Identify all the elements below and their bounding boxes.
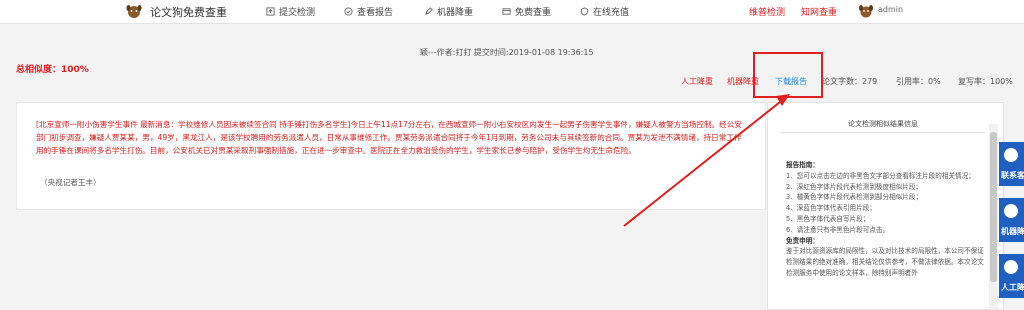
float-manual-label: 人工降 [1001,283,1024,292]
disclaimer-title: 免责申明： [786,236,819,245]
nav-recharge-label: 在线充值 [593,8,630,18]
cnki-link[interactable]: 知网查重 [801,5,837,18]
report-guide: 报告指南： 1、您可以点击左边的非黑色文字部分查看标注片段的相关情况； 2、深红… [786,160,986,279]
person-icon [1004,260,1018,274]
word-count: 论文字数：279 [822,77,878,86]
report-icon [344,7,353,16]
nav-report-label: 查看报告 [357,8,394,18]
manual-rewrite-button[interactable]: 人工降重 [681,76,713,87]
total-similarity: 总相似度：100% [16,65,89,75]
robot-icon [1004,204,1018,218]
upload-icon [266,7,275,16]
source-note: （央视记者王丰） [40,178,101,187]
copy-rate: 复写率：100% [958,77,1013,86]
float-contact-button[interactable]: 联系客 [999,142,1024,186]
nav-free[interactable]: 免费查重 [502,5,551,18]
nav-submit-label: 提交检测 [279,8,316,18]
scrollbar-thumb[interactable] [990,132,997,282]
download-highlight-box [753,52,823,98]
doc-meta: 颖---作者:打打 提交时间:2019-01-08 19:36:15 [420,48,594,57]
nav-machine[interactable]: 机器降重 [424,5,473,18]
float-contact-label: 联系客 [1001,171,1024,180]
similar-text[interactable]: [北京宣师一附小伤害学生事件 最新消息：学校维修人员因未被续签合同 持手锤打伤多… [36,118,746,157]
avatar[interactable] [858,2,874,20]
float-machine-label: 机器降 [1001,227,1024,236]
chat-icon [1004,148,1018,162]
nav-report[interactable]: 查看报告 [344,5,393,18]
brand-title[interactable]: 论文狗免费查重 [150,4,227,20]
nav-machine-label: 机器降重 [437,8,474,18]
divider [780,132,985,133]
guide-item: 1、您可以点击左边的非黑色文字部分查看标注片段的相关情况； [786,171,975,180]
pen-icon [425,7,433,15]
shield-icon [580,7,589,16]
float-machine-button[interactable]: 机器降 [999,198,1024,242]
username[interactable]: admin [878,5,903,14]
guide-title: 报告指南： [786,161,819,169]
free-icon [502,8,511,15]
guide-item: 3、橘黄色字体片段代表检测到部分相似片段； [786,193,923,202]
nav-submit[interactable]: 提交检测 [266,5,315,18]
guide-item: 5、黑色字体代表自写片段； [786,214,870,223]
guide-item: 4、深蓝色字体代表引用片段； [786,204,876,213]
dog-logo-icon [126,5,142,18]
result-panel-title: 论文检测相似结果信息 [848,120,918,128]
disclaimer-text: 鉴于对比源资源库的局限性，以及对比技术的局限性，本公司不保证检测结果的绝对准确，… [786,247,984,277]
float-manual-button[interactable]: 人工降 [999,254,1024,298]
quote-rate: 引用率：0% [896,77,941,86]
weipu-link[interactable]: 维普检测 [749,5,785,18]
guide-item: 6、请注意只有非黑色片段可点击。 [786,225,890,234]
nav-recharge[interactable]: 在线充值 [580,5,629,18]
guide-item: 2、深红色字体片段代表检测到极度相似片段； [786,182,923,191]
nav-free-label: 免费查重 [515,8,552,18]
